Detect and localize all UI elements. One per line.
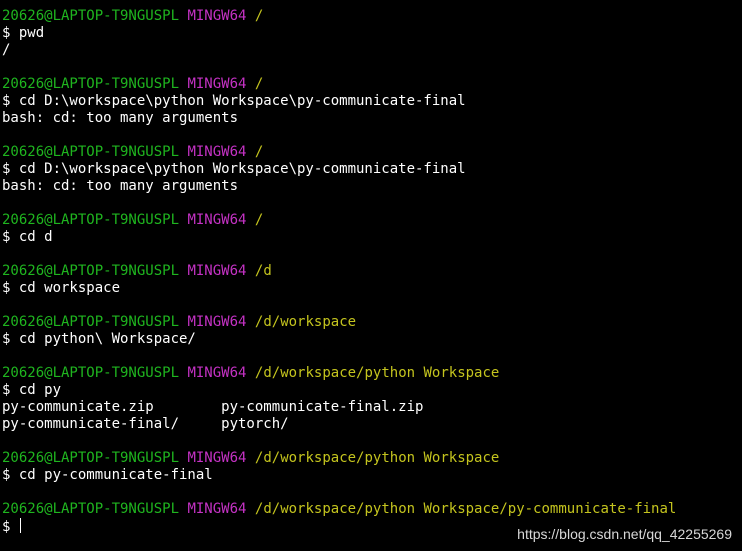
input-prompt: $ (2, 519, 19, 535)
prompt-user-host: 20626@LAPTOP-T9NGUSPL (2, 501, 180, 517)
output-text: bash: cd: too many arguments (2, 178, 239, 194)
prompt-line: 20626@LAPTOP-T9NGUSPL MINGW64 /d/workspa… (2, 314, 742, 331)
prompt-user-host: 20626@LAPTOP-T9NGUSPL (2, 144, 180, 160)
prompt-system: MINGW64 (187, 263, 247, 279)
prompt-path: /d/workspace/python Workspace/py-communi… (254, 501, 677, 517)
command-text: $ cd py (2, 382, 62, 398)
prompt-line: 20626@LAPTOP-T9NGUSPL MINGW64 /d/workspa… (2, 365, 742, 382)
prompt-line: 20626@LAPTOP-T9NGUSPL MINGW64 /d (2, 263, 742, 280)
prompt-path: /d/workspace/python Workspace (254, 365, 500, 381)
prompt-system: MINGW64 (187, 8, 247, 24)
command-text: $ cd d (2, 229, 53, 245)
command-line: $ cd py-communicate-final (2, 467, 742, 484)
command-text: $ pwd (2, 25, 45, 41)
prompt-line: 20626@LAPTOP-T9NGUSPL MINGW64 / (2, 212, 742, 229)
prompt-path: /d/workspace (254, 314, 357, 330)
prompt-line: 20626@LAPTOP-T9NGUSPL MINGW64 /d/workspa… (2, 450, 742, 467)
output-line: bash: cd: too many arguments (2, 110, 742, 127)
command-line: $ cd d (2, 229, 742, 246)
prompt-user-host: 20626@LAPTOP-T9NGUSPL (2, 263, 180, 279)
command-line: $ cd py (2, 382, 742, 399)
prompt-system: MINGW64 (187, 314, 247, 330)
prompt-system: MINGW64 (187, 501, 247, 517)
terminal-window: { "colors": { "background": "#000000", "… (0, 0, 742, 551)
prompt-user-host: 20626@LAPTOP-T9NGUSPL (2, 314, 180, 330)
command-line: $ cd D:\workspace\python Workspace\py-co… (2, 93, 742, 110)
output-line: py-communicate-final/ pytorch/ (2, 416, 742, 433)
command-text: $ cd D:\workspace\python Workspace\py-co… (2, 93, 466, 109)
command-text: $ cd py-communicate-final (2, 467, 213, 483)
text-cursor (19, 518, 21, 533)
prompt-line: 20626@LAPTOP-T9NGUSPL MINGW64 / (2, 76, 742, 93)
command-text: $ cd python\ Workspace/ (2, 331, 196, 347)
prompt-line: 20626@LAPTOP-T9NGUSPL MINGW64 / (2, 144, 742, 161)
output-text: / (2, 42, 11, 58)
prompt-user-host: 20626@LAPTOP-T9NGUSPL (2, 365, 180, 381)
prompt-line: 20626@LAPTOP-T9NGUSPL MINGW64 /d/workspa… (2, 501, 742, 518)
prompt-path: / (254, 212, 264, 228)
prompt-system: MINGW64 (187, 212, 247, 228)
command-line: $ cd D:\workspace\python Workspace\py-co… (2, 161, 742, 178)
output-line: bash: cd: too many arguments (2, 178, 742, 195)
prompt-system: MINGW64 (187, 365, 247, 381)
prompt-user-host: 20626@LAPTOP-T9NGUSPL (2, 8, 180, 24)
prompt-system: MINGW64 (187, 450, 247, 466)
prompt-system: MINGW64 (187, 144, 247, 160)
prompt-user-host: 20626@LAPTOP-T9NGUSPL (2, 212, 180, 228)
prompt-path: / (254, 144, 264, 160)
command-text: $ cd workspace (2, 280, 121, 296)
command-line: $ cd workspace (2, 280, 742, 297)
output-line: py-communicate.zip py-communicate-final.… (2, 399, 742, 416)
watermark: https://blog.csdn.net/qq_42255269 (517, 526, 732, 542)
prompt-line: 20626@LAPTOP-T9NGUSPL MINGW64 / (2, 8, 742, 25)
prompt-path: /d (254, 263, 272, 279)
prompt-user-host: 20626@LAPTOP-T9NGUSPL (2, 450, 180, 466)
command-line: $ pwd (2, 25, 742, 42)
command-text: $ cd D:\workspace\python Workspace\py-co… (2, 161, 466, 177)
output-text: bash: cd: too many arguments (2, 110, 239, 126)
terminal-output[interactable]: 20626@LAPTOP-T9NGUSPL MINGW64 /$ pwd/206… (2, 8, 742, 535)
prompt-system: MINGW64 (187, 76, 247, 92)
output-text: py-communicate.zip py-communicate-final.… (2, 399, 424, 415)
prompt-user-host: 20626@LAPTOP-T9NGUSPL (2, 76, 180, 92)
prompt-path: / (254, 76, 264, 92)
output-line: / (2, 42, 742, 59)
prompt-path: / (254, 8, 264, 24)
prompt-path: /d/workspace/python Workspace (254, 450, 500, 466)
output-text: py-communicate-final/ pytorch/ (2, 416, 289, 432)
command-line: $ cd python\ Workspace/ (2, 331, 742, 348)
